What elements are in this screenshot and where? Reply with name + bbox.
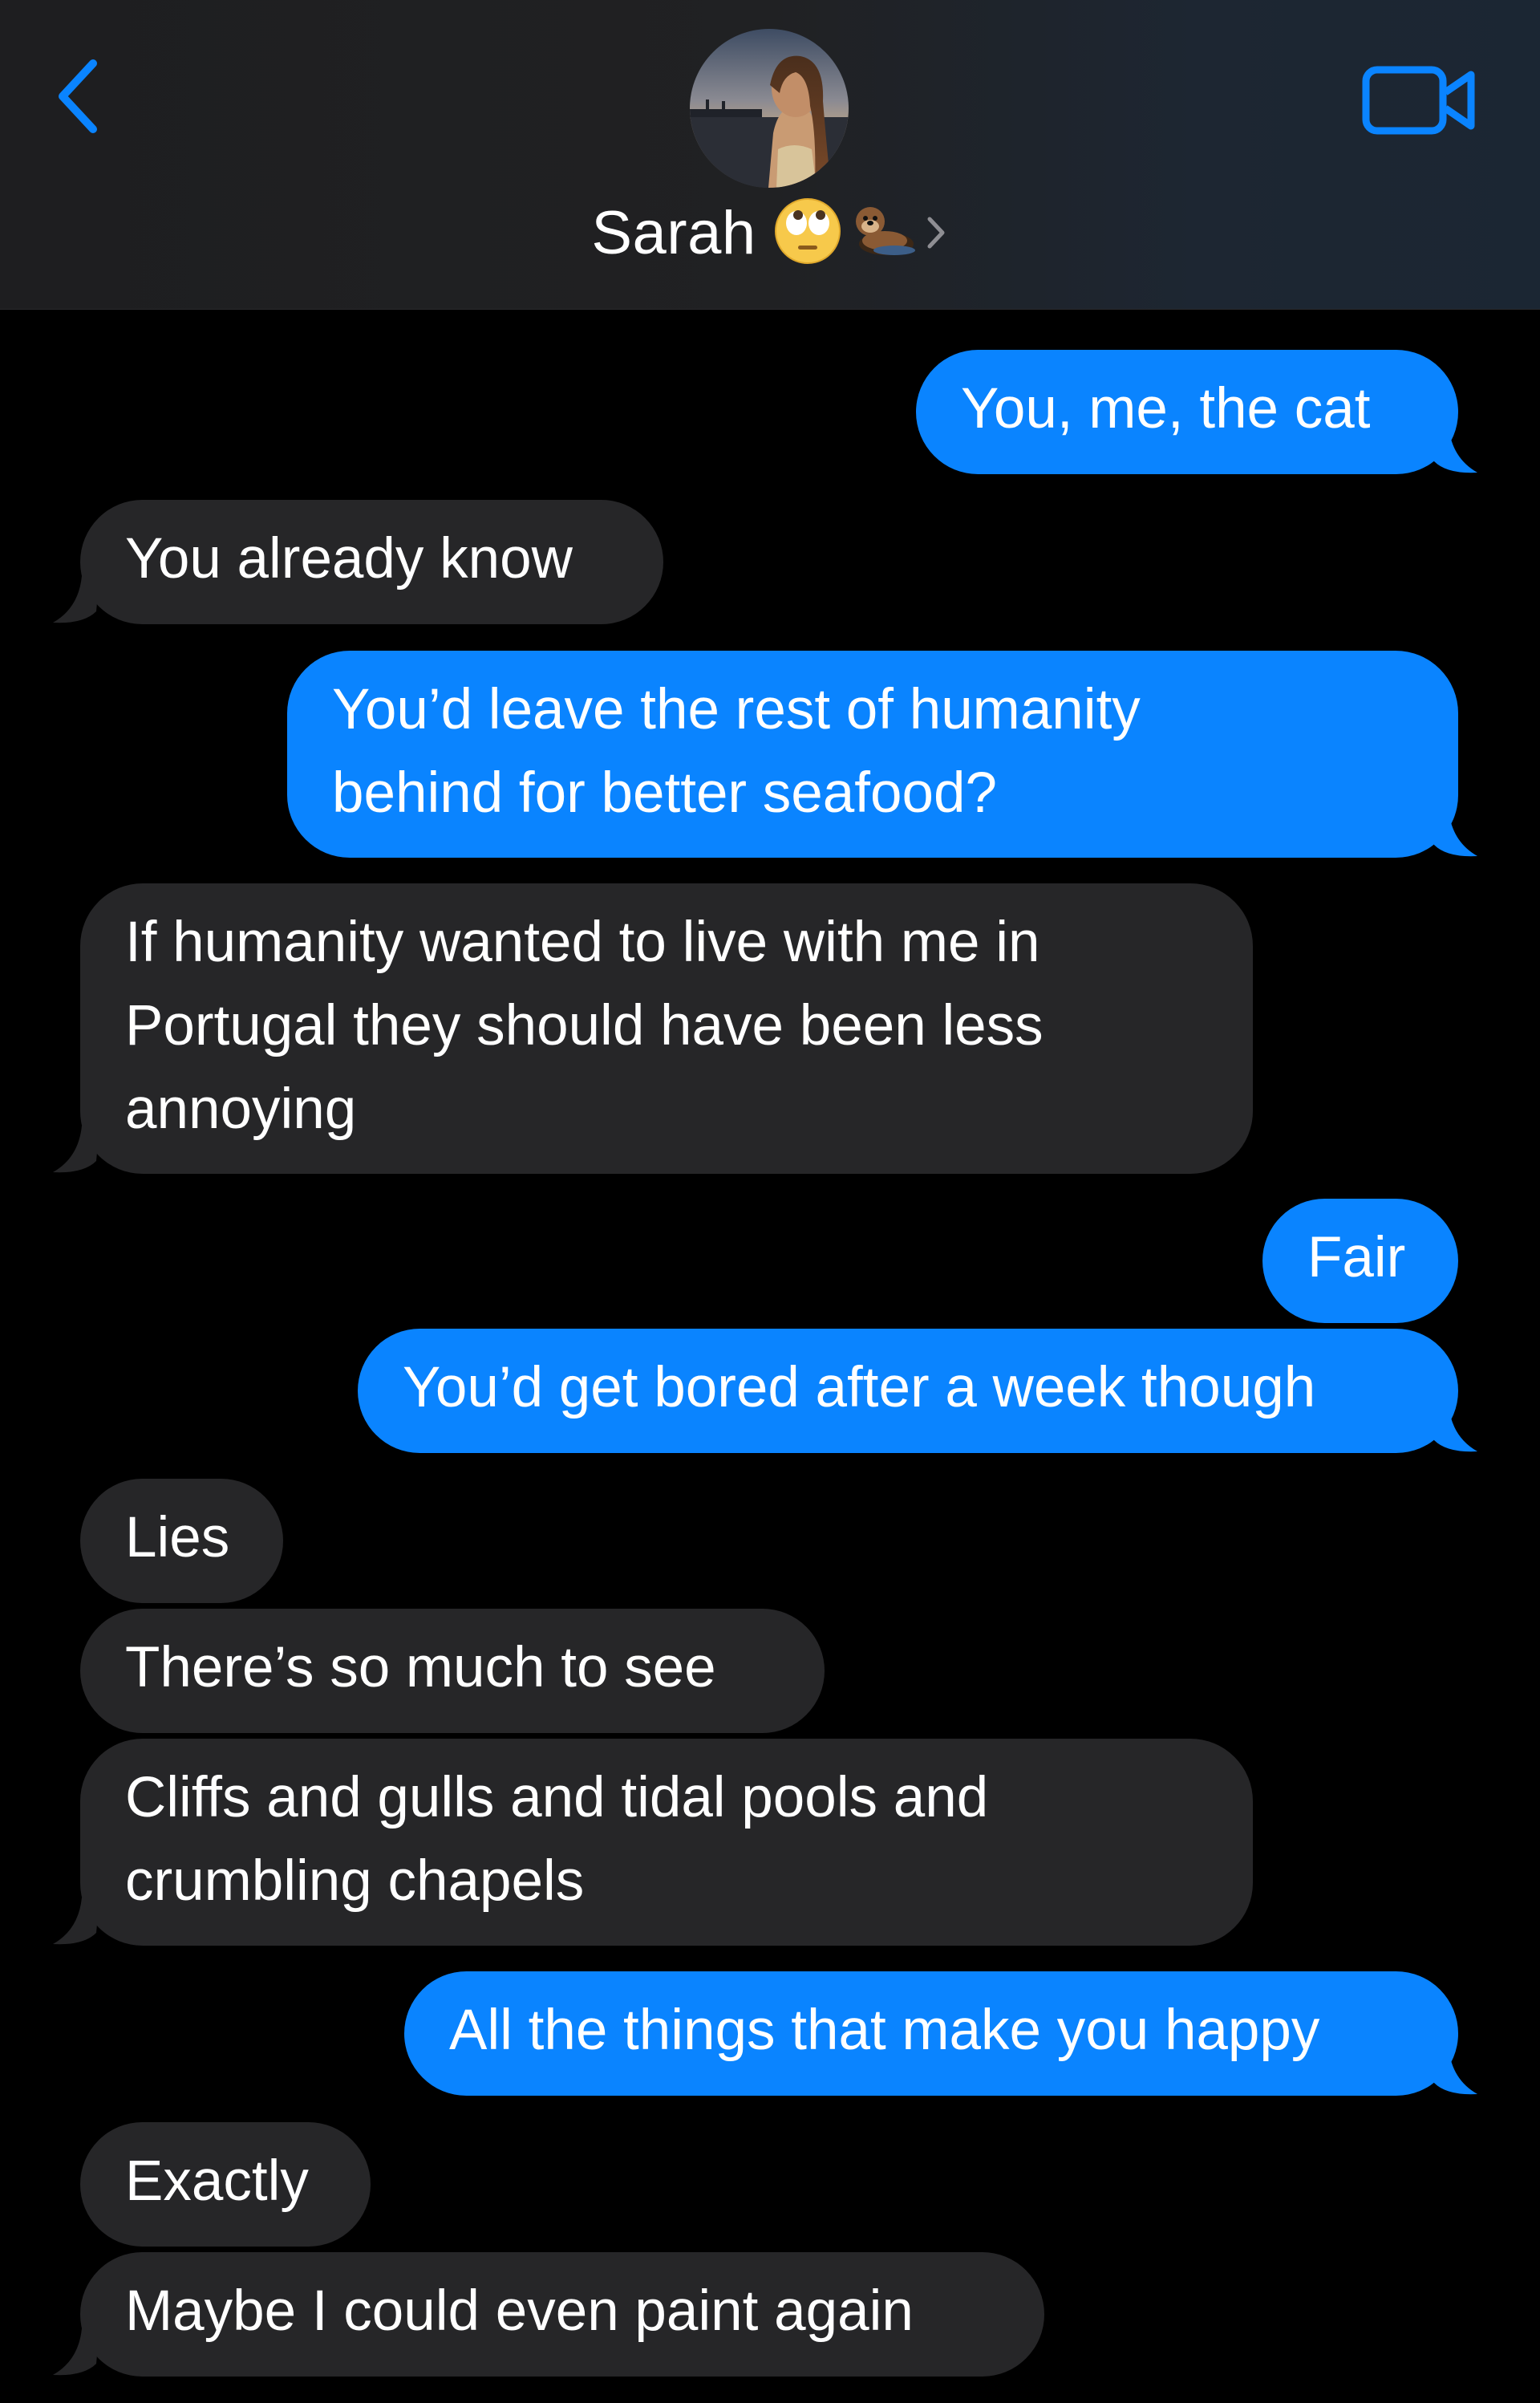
bubble-tail [53,2328,99,2376]
bubble-tail [1431,1405,1477,1452]
contact-name-row[interactable]: Sarah [0,193,1540,273]
message-text: Maybe I could even paint again [125,2279,914,2343]
bubble-tail [1431,2048,1477,2095]
message-text: annoying [125,1078,357,1141]
chevron-right-icon [927,217,945,249]
message-text: There’s so much to see [125,1636,716,1699]
received-message-bubble[interactable]: You already know [80,500,663,624]
chevron-left-icon [59,59,97,133]
video-call-button[interactable] [1356,56,1484,144]
message-text: crumbling chapels [125,1849,585,1913]
sent-message-bubble[interactable]: Fair [1262,1199,1458,1323]
message-text: You’d get bored after a week though [403,1356,1316,1419]
message-text: You already know [125,527,573,591]
received-message-bubble[interactable]: Cliffs and gulls and tidal pools and crum… [80,1739,1253,1946]
message-text: If humanity wanted to live with me in [125,911,1040,974]
received-message-bubble[interactable]: Exactly [80,2122,371,2247]
sent-message-bubble[interactable]: All the things that make you happy [404,1971,1458,2096]
contact-name: Sarah [591,198,756,267]
message-text: All the things that make you happy [449,1999,1320,2062]
message-text: You’d leave the rest of humanity [332,678,1141,741]
video-camera-icon [1362,66,1475,135]
back-button[interactable] [40,40,112,152]
bubble-tail [53,576,99,623]
conversation-header: Sarah [0,0,1540,310]
message-text: You, me, the cat [961,377,1371,440]
bubble-tail [53,1126,99,1173]
message-text: Fair [1307,1226,1406,1289]
contact-avatar[interactable] [690,29,849,188]
received-message-bubble[interactable]: There’s so much to see [80,1609,825,1733]
otter-emoji-icon [846,197,918,269]
bubble-tail [1431,426,1477,473]
received-message-bubble[interactable]: If humanity wanted to live with me in Por… [80,883,1253,1174]
received-message-bubble[interactable]: Maybe I could even paint again [80,2252,1044,2377]
received-message-bubble[interactable]: Lies [80,1479,283,1603]
sent-message-bubble[interactable]: You’d get bored after a week though [358,1329,1458,1453]
message-text: Portugal they should have been less [125,994,1044,1057]
rolling-eyes-emoji-icon [774,197,841,269]
bubble-tail [53,1898,99,1945]
sent-message-bubble[interactable]: You, me, the cat [916,350,1458,474]
message-text: Cliffs and gulls and tidal pools and [125,1766,989,1829]
bubble-tail [1431,810,1477,857]
message-text: Lies [125,1506,230,1569]
sent-message-bubble[interactable]: You’d leave the rest of humanity behind f… [287,651,1458,858]
message-text: behind for better seafood? [332,761,997,825]
message-text: Exactly [125,2149,309,2213]
